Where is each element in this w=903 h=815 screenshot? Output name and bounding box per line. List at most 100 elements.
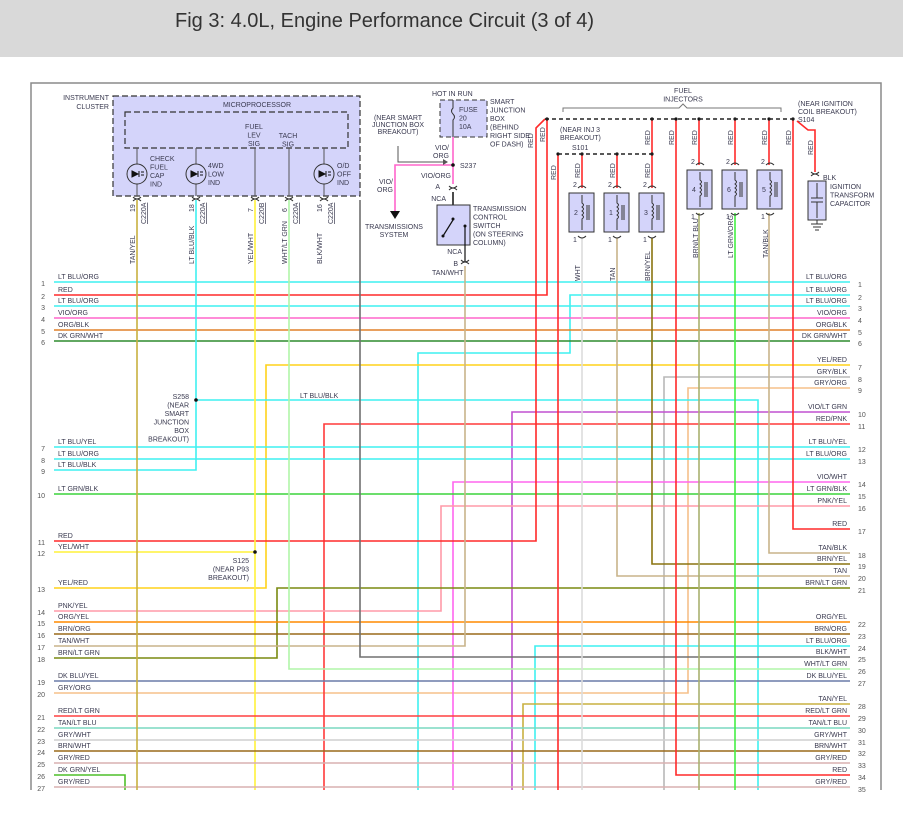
arrow-down-icon — [390, 211, 400, 219]
wire-pnk-yel — [54, 505, 850, 612]
right-row-pin: 3 — [858, 306, 862, 313]
left-row-wire-label: YEL/RED — [58, 580, 88, 587]
right-row-wire-label: DK BLU/YEL — [807, 673, 848, 680]
injector-pin-in: 2 — [726, 159, 730, 166]
right-row-wire-label: ORG/BLK — [816, 322, 847, 329]
cluster-pin-number: 7 — [248, 208, 255, 212]
red-wire-label: RED — [540, 127, 547, 142]
cluster-connector-label: C220A — [328, 202, 335, 224]
red-wire-label: RED — [786, 130, 793, 145]
left-row-wire-label: BRN/ORG — [58, 626, 91, 633]
right-row-wire-label: VIO/ORG — [817, 310, 847, 317]
wire-wht-lt-grn — [288, 200, 850, 670]
right-row-pin: 29 — [858, 716, 866, 723]
injector-wire-label: BRN/LT BLU — [693, 218, 700, 258]
left-row-wire-label: LT BLU/BLK — [58, 462, 97, 469]
left-row-wire-label: DK GRN/WHT — [58, 333, 104, 340]
left-row-wire-label: GRY/RED — [58, 779, 90, 786]
left-row-wire-label: GRY/RED — [58, 755, 90, 762]
left-row-pin: 22 — [37, 727, 45, 734]
right-row-pin: 30 — [858, 728, 866, 735]
right-row-wire-label: GRY/WHT — [814, 732, 848, 739]
left-row-pin: 14 — [37, 610, 45, 617]
right-row-pin: 34 — [858, 775, 866, 782]
red-wire-label: RED — [575, 163, 582, 178]
left-row-pin: 24 — [37, 750, 45, 757]
text-line: SMART — [165, 411, 190, 418]
injector-number: 1 — [609, 210, 613, 217]
right-row-wire-label: LT BLU/ORG — [806, 274, 847, 281]
left-row-pin: 15 — [37, 621, 45, 628]
text-line: 4WD — [208, 163, 224, 170]
red-wire-label: RED — [551, 165, 558, 180]
right-row-pin: 35 — [858, 787, 866, 794]
left-row-pin: 6 — [41, 340, 45, 347]
right-row-pin: 33 — [858, 763, 866, 770]
injector-pin-out: 1 — [761, 214, 765, 221]
text-line: O/D — [337, 163, 349, 170]
right-row-pin: 22 — [858, 622, 866, 629]
s258-label: S258 (NEAR SMART JUNCTION BOX BREAKOUT) — [148, 394, 190, 444]
s101-note: (NEAR INJ 3 BREAKOUT) — [560, 127, 601, 142]
red-wire-label: RED — [692, 130, 699, 145]
right-row-wire-label: RED — [832, 767, 847, 774]
right-row-wire-label: BLK/WHT — [816, 649, 848, 656]
right-row-wire-label: TAN/BLK — [818, 545, 847, 552]
text-line: COIL BREAKOUT) — [798, 109, 857, 116]
splices: S258 (NEAR SMART JUNCTION BOX BREAKOUT) LT BL… — [148, 393, 338, 582]
hot-in-run-label: HOT IN RUN — [432, 91, 473, 98]
injector-number: 5 — [762, 187, 766, 194]
right-row-wire-label: ORG/YEL — [816, 614, 847, 621]
text-line: BOX — [490, 116, 505, 123]
injector-pin-out: 1 — [573, 237, 577, 244]
injector-wire-label: LT GRN/ORG — [728, 215, 735, 258]
cluster-pin-wire-label: BLK/WHT — [317, 232, 324, 264]
text-line: SMART — [490, 99, 515, 106]
vio-org-below-label: VIO/ORG — [421, 173, 451, 180]
text-line: RIGHT SIDE — [490, 133, 530, 140]
text-line: BREAKOUT) — [208, 575, 249, 582]
text-line: TRANSMISSIONS — [365, 224, 423, 231]
right-row-pin: 9 — [858, 388, 862, 395]
text-line: (NEAR P93 — [213, 567, 249, 574]
cluster-connector-label: C220B — [259, 202, 266, 224]
text-line: SWITCH — [473, 223, 501, 230]
right-row-wire-label: LT BLU/YEL — [809, 439, 847, 446]
cluster-pin-number: 18 — [189, 204, 196, 212]
text-line: FUEL — [674, 88, 692, 95]
injector-number: 2 — [574, 210, 578, 217]
right-row-wire-label: BRN/ORG — [814, 626, 847, 633]
right-row-wire-label: LT BLU/ORG — [806, 451, 847, 458]
injector-wire-label: TAN/BLK — [763, 229, 770, 258]
right-row-pin: 17 — [858, 529, 866, 536]
text-line: BREAKOUT) — [378, 129, 419, 136]
left-row-wire-label: ORG/BLK — [58, 322, 89, 329]
injector-wire-label: BRN/YEL — [645, 251, 652, 281]
left-row-pin: 3 — [41, 305, 45, 312]
right-row-wire-label: LT BLU/ORG — [806, 638, 847, 645]
left-row-pin: 16 — [37, 633, 45, 640]
microprocessor-label: MICROPROCESSOR — [223, 102, 291, 109]
text-line: VIO/ — [379, 179, 393, 186]
text-line: JUNCTION — [490, 108, 525, 115]
text-line: (NEAR — [167, 403, 189, 410]
left-row-pin: 21 — [37, 715, 45, 722]
left-row-pin: 19 — [37, 680, 45, 687]
text-line: SYSTEM — [380, 232, 409, 239]
s101-label: S101 — [572, 145, 588, 152]
text-line: IND — [150, 182, 162, 189]
injector-wire-label: TAN — [610, 268, 617, 281]
right-row-wire-label: TAN/YEL — [818, 696, 847, 703]
text-line: CONTROL — [473, 215, 507, 222]
right-row-pin: 19 — [858, 564, 866, 571]
led-icon — [126, 163, 148, 185]
right-row-pin: 23 — [858, 634, 866, 641]
text-line: FUEL — [150, 165, 168, 172]
right-row-pin: 28 — [858, 704, 866, 711]
trans-switch-label: TRANSMISSION CONTROL SWITCH (ON STEERING COL… — [473, 206, 526, 247]
transmissions-system-label: TRANSMISSIONS SYSTEM — [365, 224, 423, 239]
right-row-wire-label: LT BLU/ORG — [806, 287, 847, 294]
smart-junction-breakout-note: (NEAR SMART JUNCTION BOX BREAKOUT) — [372, 115, 424, 136]
text-line: COLUMN) — [473, 240, 506, 247]
right-row-pin: 4 — [858, 318, 862, 325]
